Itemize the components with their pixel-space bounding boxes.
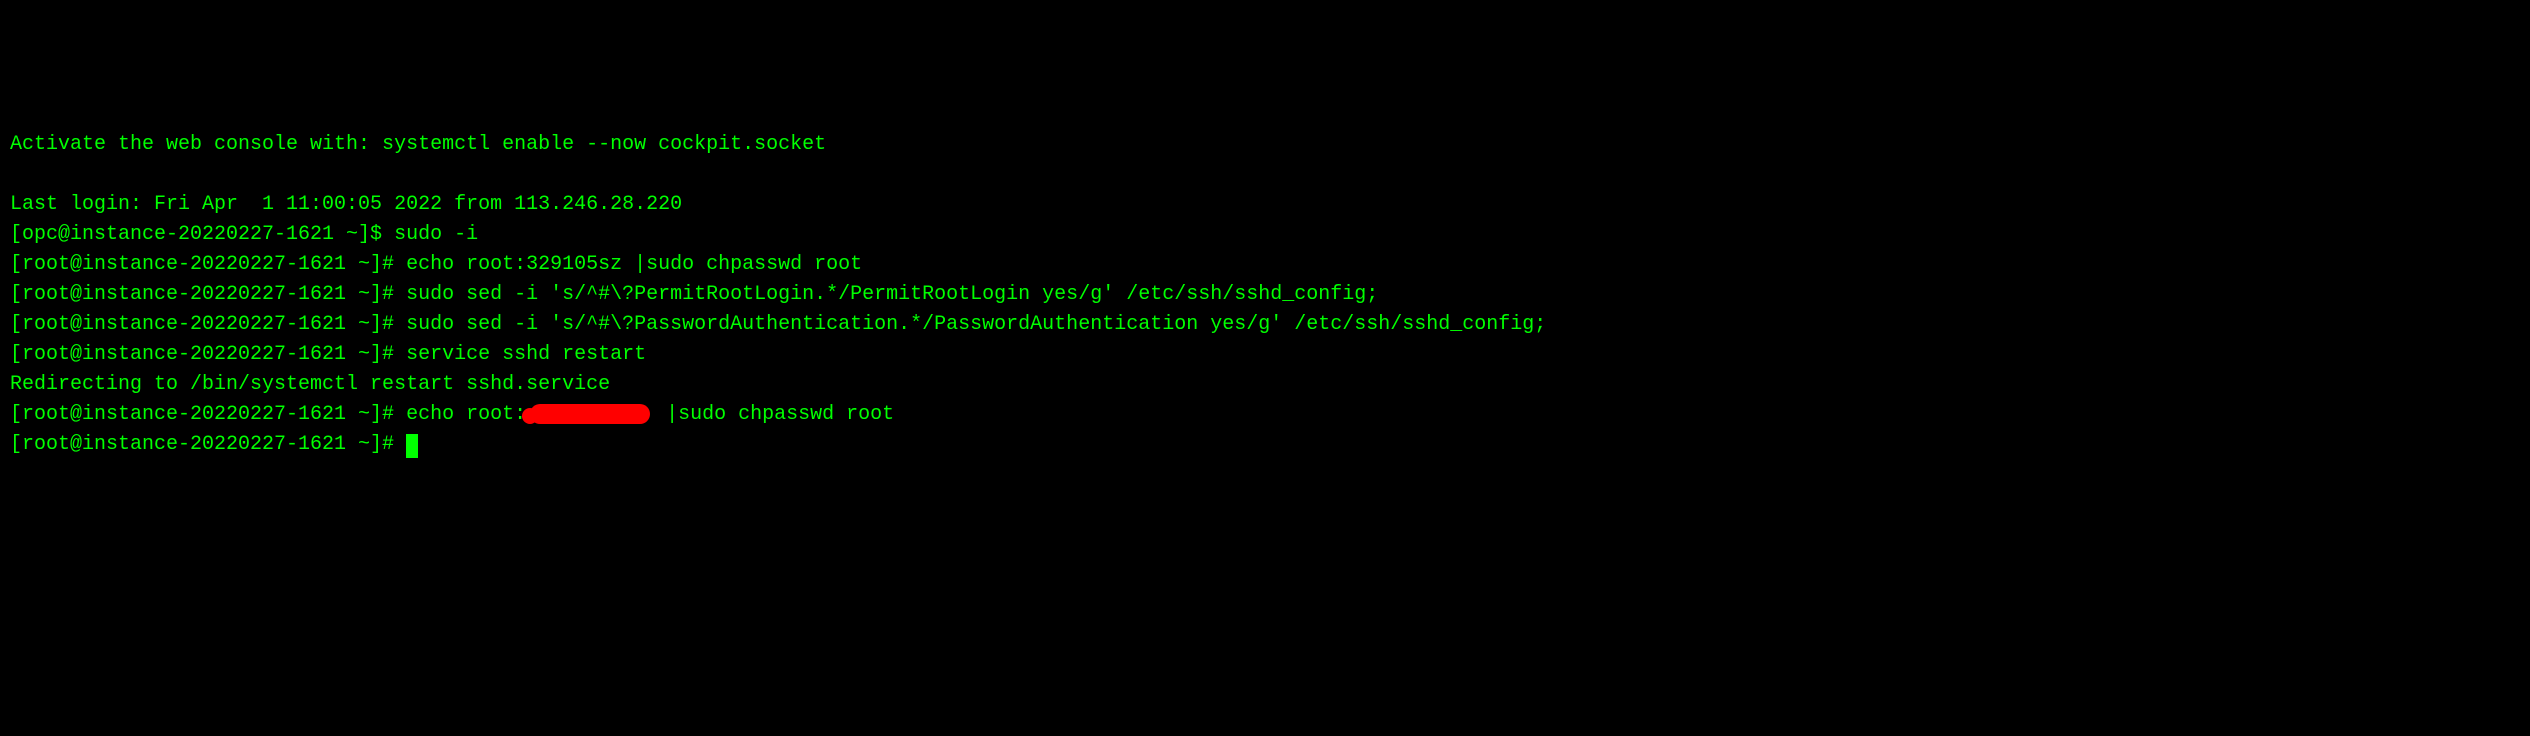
shell-prompt-root: [root@instance-20220227-1621 ~]#: [10, 403, 406, 426]
terminal-line-motd: Activate the web console with: systemctl…: [10, 130, 2520, 160]
terminal-line-command: [root@instance-20220227-1621 ~]# sudo se…: [10, 310, 2520, 340]
terminal-line-command: [root@instance-20220227-1621 ~]# echo ro…: [10, 250, 2520, 280]
terminal-cursor: [406, 434, 418, 458]
shell-command: sudo sed -i 's/^#\?PasswordAuthenticatio…: [406, 313, 1546, 336]
shell-prompt-root: [root@instance-20220227-1621 ~]#: [10, 433, 406, 456]
terminal-line-command: [root@instance-20220227-1621 ~]# echo ro…: [10, 400, 2520, 430]
shell-prompt-root: [root@instance-20220227-1621 ~]#: [10, 253, 406, 276]
redacted-password: [530, 404, 650, 424]
terminal-line-command: [root@instance-20220227-1621 ~]# service…: [10, 340, 2520, 370]
terminal-line-command: [root@instance-20220227-1621 ~]# sudo se…: [10, 280, 2520, 310]
shell-prompt-root: [root@instance-20220227-1621 ~]#: [10, 343, 406, 366]
shell-command-after-redaction: |sudo chpasswd root: [654, 403, 894, 426]
terminal-output[interactable]: Activate the web console with: systemctl…: [10, 130, 2520, 460]
shell-command: service sshd restart: [406, 343, 646, 366]
terminal-line-current: [root@instance-20220227-1621 ~]#: [10, 430, 2520, 460]
terminal-line-last-login: Last login: Fri Apr 1 11:00:05 2022 from…: [10, 190, 2520, 220]
terminal-line-command: [opc@instance-20220227-1621 ~]$ sudo -i: [10, 220, 2520, 250]
shell-command: sudo -i: [394, 223, 478, 246]
shell-prompt-root: [root@instance-20220227-1621 ~]#: [10, 313, 406, 336]
shell-command: echo root:329105sz |sudo chpasswd root: [406, 253, 862, 276]
shell-command: sudo sed -i 's/^#\?PermitRootLogin.*/Per…: [406, 283, 1378, 306]
terminal-line-blank: [10, 160, 2520, 190]
shell-prompt-user: [opc@instance-20220227-1621 ~]$: [10, 223, 394, 246]
terminal-line-output: Redirecting to /bin/systemctl restart ss…: [10, 370, 2520, 400]
shell-prompt-root: [root@instance-20220227-1621 ~]#: [10, 283, 406, 306]
shell-command-before-redaction: echo root:: [406, 403, 526, 426]
